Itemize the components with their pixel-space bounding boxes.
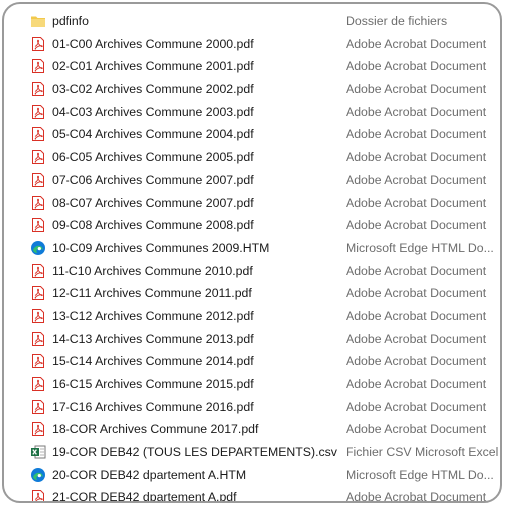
file-type: Adobe Acrobat Document	[346, 36, 487, 51]
pdf-icon	[30, 331, 46, 347]
pdf-icon	[30, 126, 46, 142]
file-row[interactable]: 13-C12 Archives Commune 2012.pdf Adobe Ac…	[4, 305, 500, 328]
file-name: 02-C01 Archives Commune 2001.pdf	[52, 59, 254, 74]
pdf-icon	[30, 399, 46, 415]
file-type: Adobe Acrobat Document	[346, 263, 487, 278]
file-row[interactable]: 17-C16 Archives Commune 2016.pdf Adobe Ac…	[4, 396, 500, 419]
file-row[interactable]: 15-C14 Archives Commune 2014.pdf Adobe Ac…	[4, 350, 500, 373]
file-row[interactable]: 14-C13 Archives Commune 2013.pdf Adobe Ac…	[4, 328, 500, 351]
pdf-icon	[30, 308, 46, 324]
pdf-icon	[30, 285, 46, 301]
edge-icon	[30, 240, 46, 256]
file-row[interactable]: 11-C10 Archives Commune 2010.pdf Adobe Ac…	[4, 260, 500, 283]
file-name: 08-C07 Archives Commune 2007.pdf	[52, 195, 254, 210]
file-row[interactable]: 16-C15 Archives Commune 2015.pdf Adobe Ac…	[4, 373, 500, 396]
pdf-icon	[30, 421, 46, 437]
file-name: 15-C14 Archives Commune 2014.pdf	[52, 354, 254, 369]
file-type: Adobe Acrobat Document	[346, 422, 487, 437]
file-type: Fichier CSV Microsoft Excel	[346, 445, 499, 460]
file-type: Adobe Acrobat Document	[346, 172, 487, 187]
folder-icon	[30, 13, 46, 29]
file-type: Adobe Acrobat Document	[346, 377, 487, 391]
pdf-icon	[30, 36, 46, 52]
file-name: 01-C00 Archives Commune 2000.pdf	[52, 36, 254, 51]
pdf-icon	[30, 489, 46, 501]
file-row[interactable]: 01-C00 Archives Commune 2000.pdf Adobe Ac…	[4, 33, 500, 56]
file-type: Adobe Acrobat Document	[346, 218, 487, 233]
file-type: Adobe Acrobat Document	[346, 286, 487, 301]
file-type: Microsoft Edge HTML Do...	[346, 240, 494, 255]
file-name: 20-COR DEB42 dpartement A.HTM	[52, 467, 247, 482]
pdf-icon	[30, 81, 46, 97]
file-row[interactable]: 12-C11 Archives Commune 2011.pdf Adobe Ac…	[4, 282, 500, 305]
file-name: 19-COR DEB42 (TOUS LES DEPARTEMENTS).csv	[52, 445, 337, 460]
file-name: 14-C13 Archives Commune 2013.pdf	[52, 331, 254, 346]
file-name: 10-C09 Archives Communes 2009.HTM	[52, 240, 270, 255]
pdf-icon	[30, 376, 46, 392]
pdf-icon	[30, 217, 46, 233]
pdf-icon	[30, 172, 46, 188]
file-row[interactable]: 19-COR DEB42 (TOUS LES DEPARTEMENTS).csv…	[4, 441, 500, 464]
edge-icon	[30, 467, 46, 483]
file-type: Adobe Acrobat Document	[346, 308, 487, 323]
pdf-icon	[30, 104, 46, 120]
file-name: 18-COR Archives Commune 2017.pdf	[52, 422, 259, 437]
file-name: 16-C15 Archives Commune 2015.pdf	[52, 377, 254, 391]
file-name: 17-C16 Archives Commune 2016.pdf	[52, 399, 254, 414]
file-type: Dossier de fichiers	[346, 14, 448, 28]
file-row[interactable]: 04-C03 Archives Commune 2003.pdf Adobe Ac…	[4, 101, 500, 124]
file-name: 11-C10 Archives Commune 2010.pdf	[52, 263, 253, 278]
file-type: Adobe Acrobat Document	[346, 104, 487, 119]
pdf-icon	[30, 195, 46, 211]
file-row[interactable]: 05-C04 Archives Commune 2004.pdf Adobe Ac…	[4, 123, 500, 146]
file-row[interactable]: 03-C02 Archives Commune 2002.pdf Adobe Ac…	[4, 78, 500, 101]
file-name: 03-C02 Archives Commune 2002.pdf	[52, 82, 254, 97]
file-row[interactable]: 18-COR Archives Commune 2017.pdf Adobe Ac…	[4, 418, 500, 441]
file-row[interactable]: 09-C08 Archives Commune 2008.pdf Adobe Ac…	[4, 214, 500, 237]
file-type: Adobe Acrobat Document	[346, 127, 487, 142]
file-row[interactable]: 06-C05 Archives Commune 2005.pdf Adobe Ac…	[4, 146, 500, 169]
file-row[interactable]: 07-C06 Archives Commune 2007.pdf Adobe Ac…	[4, 169, 500, 192]
pdf-icon	[30, 58, 46, 74]
excel-csv-icon	[30, 444, 46, 460]
file-type: Adobe Acrobat Document	[346, 59, 487, 74]
file-row[interactable]: pdfinfo Dossier de fichiers	[4, 10, 500, 33]
file-row[interactable]: 20-COR DEB42 dpartement A.HTM Microsoft E…	[4, 464, 500, 487]
file-name: 13-C12 Archives Commune 2012.pdf	[52, 308, 254, 323]
file-row[interactable]: 10-C09 Archives Communes 2009.HTM Microso…	[4, 237, 500, 260]
file-name: 12-C11 Archives Commune 2011.pdf	[52, 286, 252, 301]
file-row[interactable]: 21-COR DEB42 dpartement A.pdf Adobe Acrob…	[4, 486, 500, 503]
file-row[interactable]: 08-C07 Archives Commune 2007.pdf Adobe Ac…	[4, 192, 500, 215]
file-name: 04-C03 Archives Commune 2003.pdf	[52, 104, 254, 119]
file-name: 21-COR DEB42 dpartement A.pdf	[52, 490, 237, 503]
file-name: 07-C06 Archives Commune 2007.pdf	[52, 172, 254, 187]
pdf-icon	[30, 149, 46, 165]
file-name: pdfinfo	[52, 14, 89, 28]
file-type: Adobe Acrobat Document	[346, 490, 487, 503]
file-type: Adobe Acrobat Document	[346, 82, 487, 97]
file-row[interactable]: 02-C01 Archives Commune 2001.pdf Adobe Ac…	[4, 55, 500, 78]
file-type: Microsoft Edge HTML Do...	[346, 467, 494, 482]
file-type: Adobe Acrobat Document	[346, 195, 487, 210]
pdf-icon	[30, 263, 46, 279]
file-name: 05-C04 Archives Commune 2004.pdf	[52, 127, 254, 142]
file-type: Adobe Acrobat Document	[346, 150, 487, 165]
file-list-window: pdfinfo Dossier de fichiers 01-C00 Archive…	[2, 2, 502, 503]
file-type: Adobe Acrobat Document	[346, 399, 487, 414]
file-type: Adobe Acrobat Document	[346, 331, 487, 346]
file-name: 06-C05 Archives Commune 2005.pdf	[52, 150, 254, 165]
file-name: 09-C08 Archives Commune 2008.pdf	[52, 218, 254, 233]
pdf-icon	[30, 353, 46, 369]
file-type: Adobe Acrobat Document	[346, 354, 487, 369]
file-list: pdfinfo Dossier de fichiers 01-C00 Archive…	[4, 10, 500, 503]
